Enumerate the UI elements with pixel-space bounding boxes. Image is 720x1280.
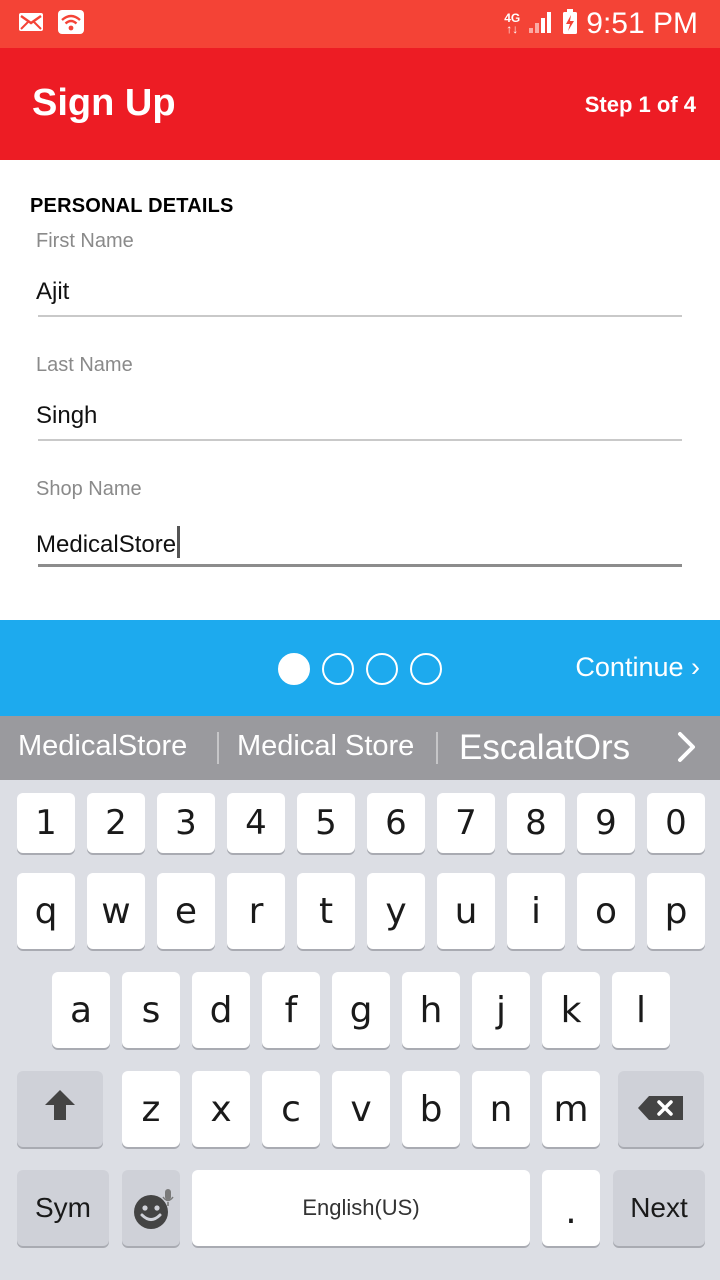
next-key[interactable]: Next [613,1170,705,1246]
backspace-key[interactable] [618,1071,704,1147]
suggestion-2[interactable]: Medical Store [237,730,414,763]
suggestion-1[interactable]: MedicalStore [18,730,187,763]
emoji-key[interactable] [122,1170,180,1246]
last-name-field[interactable]: Last Name Singh [36,354,682,444]
step-indicator: Step 1 of 4 [584,92,696,117]
wifi-icon [58,10,84,39]
first-name-input[interactable]: Ajit [36,278,69,306]
shift-key[interactable] [17,1071,103,1147]
page-dot-4 [410,653,442,685]
app-bar: Sign Up Step 1 of 4 [0,48,720,160]
key-e[interactable]: e [157,873,215,949]
keyboard: 1 2 3 4 5 6 7 8 9 0 q w e r t y u i o p … [0,780,720,1280]
key-3[interactable]: 3 [157,793,215,853]
last-name-input[interactable]: Singh [36,402,97,430]
key-g[interactable]: g [332,972,390,1048]
continue-button[interactable]: Continue › [575,652,700,683]
key-f[interactable]: f [262,972,320,1048]
page-dot-1 [278,653,310,685]
battery-charging-icon [562,8,578,40]
key-d[interactable]: d [192,972,250,1048]
shift-arrow-icon [43,1088,77,1131]
period-key[interactable]: . [542,1170,600,1246]
key-n[interactable]: n [472,1071,530,1147]
mic-icon [162,1175,174,1216]
key-q[interactable]: q [17,873,75,949]
network-type-indicator: 4G ↑↓ [504,12,520,36]
key-b[interactable]: b [402,1071,460,1147]
key-s[interactable]: s [122,972,180,1048]
key-u[interactable]: u [437,873,495,949]
shop-name-input[interactable]: MedicalStore [36,526,181,559]
shop-name-label: Shop Name [36,478,142,500]
page-title: Sign Up [32,82,176,124]
signal-icon [528,10,554,39]
key-p[interactable]: p [647,873,705,949]
key-w[interactable]: w [87,873,145,949]
key-z[interactable]: z [122,1071,180,1147]
page-dot-2 [322,653,354,685]
suggestion-bar: MedicalStore Medical Store EscalatOrs [0,716,720,780]
key-4[interactable]: 4 [227,793,285,853]
status-time: 9:51 PM [586,7,698,40]
network-activity-label: ↑↓ [506,22,519,36]
section-title: PERSONAL DETAILS [30,195,234,217]
sym-key[interactable]: Sym [17,1170,109,1246]
suggestion-divider [436,732,438,764]
status-bar: 4G ↑↓ 9:51 PM [0,0,720,48]
key-m[interactable]: m [542,1071,600,1147]
key-5[interactable]: 5 [297,793,355,853]
last-name-label: Last Name [36,354,133,376]
page-dot-3 [366,653,398,685]
key-v[interactable]: v [332,1071,390,1147]
last-name-underline [38,439,682,441]
key-j[interactable]: j [472,972,530,1048]
key-0[interactable]: 0 [647,793,705,853]
space-key[interactable]: English(US) [192,1170,530,1246]
chevron-right-icon[interactable] [676,730,698,769]
suggestion-divider [217,732,219,764]
first-name-field[interactable]: First Name Ajit [36,230,682,320]
key-8[interactable]: 8 [507,793,565,853]
key-c[interactable]: c [262,1071,320,1147]
key-k[interactable]: k [542,972,600,1048]
key-l[interactable]: l [612,972,670,1048]
email-icon [18,12,44,37]
key-y[interactable]: y [367,873,425,949]
key-x[interactable]: x [192,1071,250,1147]
key-t[interactable]: t [297,873,355,949]
text-cursor [177,526,181,558]
key-a[interactable]: a [52,972,110,1048]
pager-bar: Continue › [0,620,720,716]
key-h[interactable]: h [402,972,460,1048]
key-r[interactable]: r [227,873,285,949]
shop-name-field[interactable]: Shop Name MedicalStore [36,478,682,570]
shop-name-value: MedicalStore [36,531,177,558]
first-name-label: First Name [36,230,134,252]
key-7[interactable]: 7 [437,793,495,853]
key-9[interactable]: 9 [577,793,635,853]
key-2[interactable]: 2 [87,793,145,853]
shop-name-underline [38,564,682,567]
key-6[interactable]: 6 [367,793,425,853]
key-o[interactable]: o [577,873,635,949]
key-1[interactable]: 1 [17,793,75,853]
page-indicator [278,653,442,685]
first-name-underline [38,315,682,317]
suggestion-3[interactable]: EscalatOrs [459,728,630,768]
key-i[interactable]: i [507,873,565,949]
backspace-icon [637,1089,685,1130]
